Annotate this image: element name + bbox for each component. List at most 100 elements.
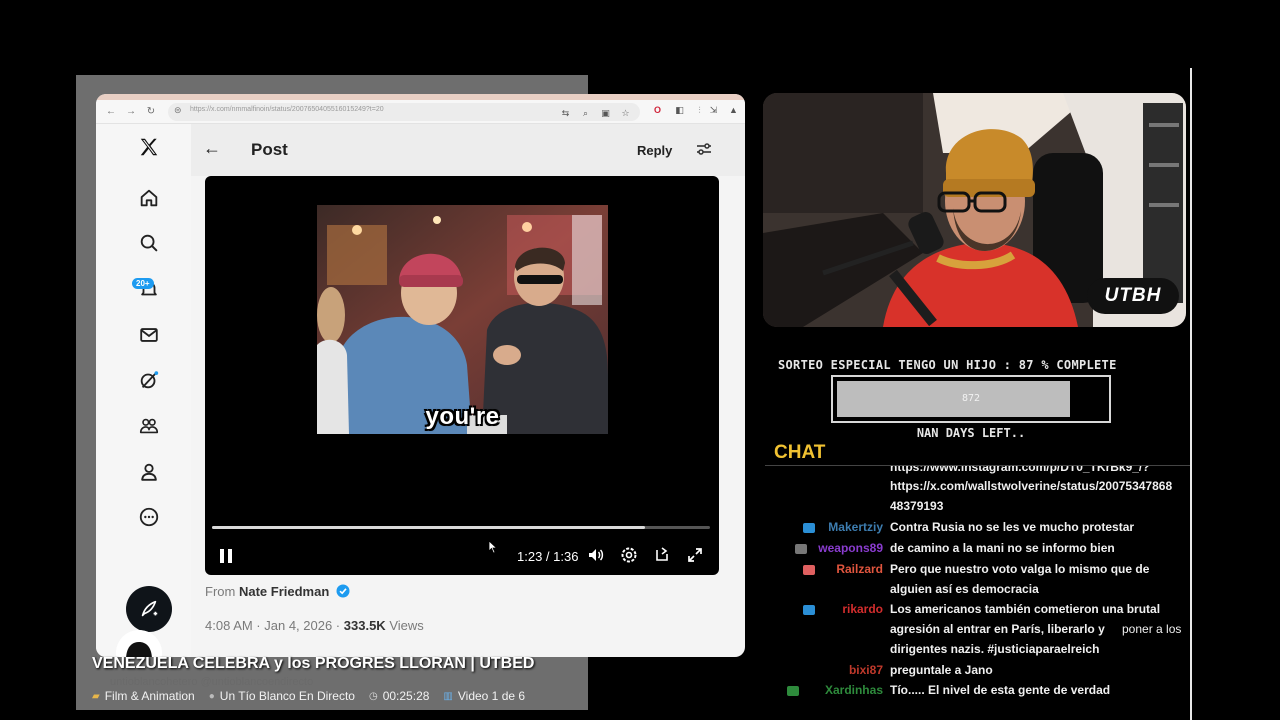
category-item: ▰ Film & Animation xyxy=(92,689,195,703)
more-icon[interactable] xyxy=(134,502,164,532)
profile-nav-icon[interactable] xyxy=(134,457,164,487)
pause-icon[interactable] xyxy=(219,548,233,564)
folder-icon: ▰ xyxy=(92,690,100,702)
compose-button[interactable] xyxy=(126,586,172,632)
goal-days-left: NAN DAYS LEFT.. xyxy=(916,426,1026,440)
duration-label: 00:25:28 xyxy=(382,689,430,703)
account-avatar[interactable] xyxy=(116,630,162,657)
profile-icon[interactable]: ⇲ xyxy=(708,105,719,116)
chat-message-text: de camino a la mani no se informo bien xyxy=(890,541,1115,555)
duration-item: ◷ 00:25:28 xyxy=(369,689,429,703)
chat-message-text: 48379193 xyxy=(890,499,944,513)
search-icon[interactable] xyxy=(134,228,164,258)
playlist-item: ▥ Video 1 de 6 xyxy=(443,689,525,703)
chat-message-text: Contra Rusia no se les ve mucho protesta… xyxy=(890,520,1135,534)
messages-icon[interactable] xyxy=(134,320,164,350)
goal-bar-track: 872 xyxy=(837,381,1105,417)
stopwatch-icon: ◷ xyxy=(368,690,378,702)
chat-message-text: alguien así es democracia xyxy=(890,582,1039,596)
grok-icon[interactable] xyxy=(134,365,164,395)
chart-icon: ▥ xyxy=(443,690,453,702)
webcam-feed: UTBH xyxy=(763,93,1186,327)
video-caption: you're xyxy=(425,403,500,430)
fullscreen-icon[interactable] xyxy=(686,546,704,564)
address-bar[interactable]: ⊜ https://x.com/nmmalfinoin/status/20076… xyxy=(168,103,640,121)
playlist-label: Video 1 de 6 xyxy=(457,689,526,703)
channel-tag: UTBH xyxy=(1087,278,1179,314)
chat-username[interactable]: Railzard xyxy=(836,562,883,576)
extensions-icon[interactable]: ◧ xyxy=(674,105,685,116)
rewind-icon[interactable] xyxy=(653,546,671,564)
forward-icon[interactable]: → xyxy=(124,104,138,120)
channel-watermark: untioblancohetero @untioblancoendirecto xyxy=(110,676,314,688)
screenshot-icon[interactable]: ▣ xyxy=(600,108,611,119)
address-url: https://x.com/nmmalfinoin/status/2007650… xyxy=(190,106,384,113)
chat-username[interactable]: Makertziy xyxy=(828,520,883,534)
site-info-icon[interactable]: ⊜ xyxy=(174,105,182,116)
reply-button[interactable]: Reply xyxy=(637,143,672,158)
x-logo-icon[interactable] xyxy=(134,132,164,162)
browser-window: ← → ↻ ⊜ https://x.com/nmmalfinoin/status… xyxy=(96,94,745,657)
from-prefix: From xyxy=(205,584,236,599)
translate-icon[interactable]: ⇆ xyxy=(560,108,571,119)
views-label: Views xyxy=(389,618,424,633)
category-label: Film & Animation xyxy=(104,689,195,703)
settings-icon[interactable] xyxy=(620,546,638,564)
zoom-icon[interactable]: ⌕ xyxy=(580,108,591,119)
source-author-link[interactable]: Nate Friedman xyxy=(239,584,329,599)
video-frame[interactable]: you're xyxy=(317,205,608,434)
video-title: VENEZUELA CELEBRA y los PROGRES LLORAN |… xyxy=(92,655,535,672)
chat-username[interactable]: rikardo xyxy=(842,602,883,616)
chat-username[interactable]: weapons89 xyxy=(818,541,883,555)
post-header: ← Post Reply xyxy=(191,124,745,176)
chat-title: CHAT xyxy=(774,442,826,463)
video-time: 1:23 / 1:36 xyxy=(517,549,579,564)
post-source: From Nate Friedman xyxy=(205,584,350,599)
notification-badge: 20+ xyxy=(132,278,154,289)
sidebar-icon[interactable]: ⫶ xyxy=(694,105,705,116)
communities-icon[interactable] xyxy=(134,411,164,441)
opera-icon[interactable]: O xyxy=(652,105,663,116)
compose-icon xyxy=(141,600,158,617)
home-icon[interactable] xyxy=(134,183,164,213)
warning-icon[interactable]: ▲ xyxy=(728,105,739,116)
overlay-border xyxy=(1190,68,1192,720)
back-arrow-icon[interactable]: ← xyxy=(203,138,221,159)
reload-icon[interactable]: ↻ xyxy=(144,104,158,120)
video-progress-fill xyxy=(212,526,646,529)
chat-message-text: dirigentes nazis. #justiciaparaelreich xyxy=(890,642,1100,656)
post-timestamp[interactable]: 4:08 AM · Jan 4, 2026 · xyxy=(205,618,340,633)
volume-icon[interactable] xyxy=(587,546,605,564)
chat-badge-icon xyxy=(803,605,815,615)
goal-amount: 872 xyxy=(961,393,981,404)
browser-toolbar: ← → ↻ ⊜ https://x.com/nmmalfinoin/status… xyxy=(96,100,745,124)
video-player[interactable]: you're 1:23 / 1:36 xyxy=(205,176,719,575)
views-count: 333.5K xyxy=(343,618,386,633)
chat-message-text: https://x.com/wallstwolverine/status/200… xyxy=(890,479,1173,493)
post-meta: 4:08 AM · Jan 4, 2026 · 333.5K Views xyxy=(205,618,424,633)
stream-frame: ← → ↻ ⊜ https://x.com/nmmalfinoin/status… xyxy=(0,0,1280,720)
video-progress-bar[interactable] xyxy=(212,526,710,529)
chat-badge-icon xyxy=(787,686,799,696)
chat-badge-icon xyxy=(795,544,807,554)
chat-username[interactable]: Xardinhas xyxy=(825,683,883,697)
page-title: Post xyxy=(251,140,288,159)
channel-item: ● Un Tío Blanco En Directo xyxy=(209,689,355,703)
x-sidebar: 20+ xyxy=(96,124,191,657)
chat-message-text: agresión al entrar en París, liberarlo y xyxy=(890,622,1105,636)
bookmark-star-icon[interactable]: ☆ xyxy=(620,108,631,119)
chat-message-text: preguntale a Jano xyxy=(890,663,993,677)
video-meta-bar: ▰ Film & Animation ● Un Tío Blanco En Dire… xyxy=(92,689,525,703)
verified-badge-icon xyxy=(336,584,350,598)
channel-label: Un Tío Blanco En Directo xyxy=(219,689,355,703)
chat-message-text: Los americanos también cometieron una br… xyxy=(890,602,1161,616)
mouse-cursor-icon xyxy=(488,540,498,554)
chat-username[interactable]: bixi87 xyxy=(849,663,883,677)
goal-title: SORTEO ESPECIAL TENGO UN HIJO : 87 % COM… xyxy=(778,358,1117,372)
goal-progress-bar: 872 xyxy=(831,375,1111,423)
back-icon[interactable]: ← xyxy=(104,104,118,120)
filter-icon[interactable] xyxy=(695,140,713,158)
chat-panel: https://www.instagram.com/p/DT0_TKrBk9_/… xyxy=(765,466,1190,706)
chat-message-text: https://www.instagram.com/p/DT0_TKrBk9_/… xyxy=(890,466,1150,474)
video-scene xyxy=(317,205,608,434)
